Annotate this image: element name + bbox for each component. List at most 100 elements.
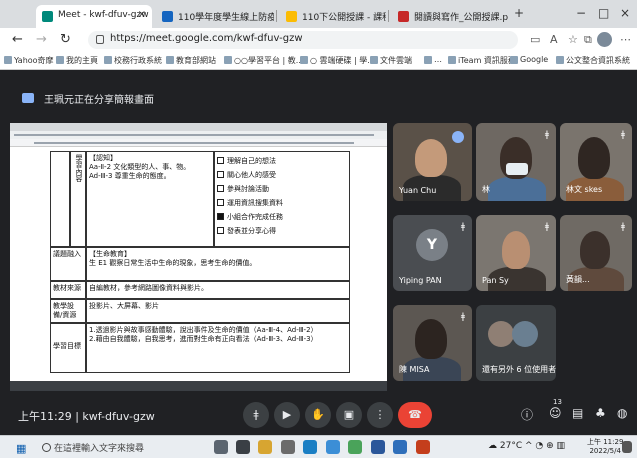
taskbar-search-box[interactable]: 在這裡輸入文字來搜尋: [40, 439, 200, 455]
chat-icon[interactable]: ▤: [572, 406, 583, 420]
checklist-item: 參與討論活動: [217, 182, 347, 196]
windows-taskbar: ▦ 在這裡輸入文字來搜尋 ☁ 27°C ^ ◔ ⊕ ▥ 上午 11:29 202…: [0, 435, 637, 458]
tab-course-data[interactable]: 110下公開授課 - 課程資料 - Goo: [280, 5, 386, 28]
microphone-button[interactable]: ǂ: [243, 402, 269, 428]
app-icon[interactable]: [281, 440, 295, 454]
new-tab-button[interactable]: +: [514, 6, 524, 20]
camera-indicator-icon[interactable]: ▭: [530, 33, 540, 46]
windows-start-icon[interactable]: ▦: [16, 442, 26, 455]
favorite-star-icon[interactable]: ☆: [568, 33, 578, 46]
system-tray[interactable]: ☁ 27°C ^ ◔ ⊕ ▥: [488, 441, 565, 451]
bookmark-item[interactable]: Google: [510, 55, 548, 64]
participant-tile[interactable]: ǂ 林: [476, 123, 556, 201]
participant-name: 還有另外 6 位使用者: [482, 365, 556, 374]
meeting-info-icon[interactable]: ⓘ: [521, 406, 533, 423]
participant-video: [502, 231, 530, 269]
checkbox-checked-icon: [217, 213, 224, 220]
activities-icon[interactable]: ♣: [595, 406, 606, 420]
clock-time: 上午 11:29: [587, 438, 624, 446]
task-view-icon[interactable]: [214, 440, 228, 454]
present-button[interactable]: ▣: [336, 402, 362, 428]
forward-button[interactable]: →: [36, 32, 47, 47]
close-window-button[interactable]: ×: [620, 6, 630, 20]
screen: Meet - kwf-dfuv-gzw × 110學年度學生線上防疫學習課程表.…: [0, 0, 637, 458]
shared-screen[interactable]: 學習內容 【認知】 Aa-Ⅱ-2 文化類型的人、事、物。 Ad-Ⅲ-3 尊重生命…: [10, 123, 387, 391]
more-menu-icon[interactable]: ⋯: [620, 33, 631, 46]
meet-favicon-icon: [42, 11, 53, 22]
powerpoint-icon[interactable]: [416, 440, 430, 454]
checklist-item: 理解自己的想法: [217, 154, 347, 168]
app-icon[interactable]: [326, 440, 340, 454]
mic-off-icon: ǂ: [544, 222, 549, 232]
tab-label: 閱讀與寫作_公開授課.pdf: [414, 13, 508, 23]
raise-hand-button[interactable]: ✋: [305, 402, 331, 428]
equipment-cell: 投影片、大屏幕、影片: [86, 299, 350, 323]
tab-meet[interactable]: Meet - kwf-dfuv-gzw ×: [36, 5, 152, 28]
notification-icon[interactable]: [622, 441, 632, 453]
participant-tile[interactable]: Yuan Chu: [393, 123, 472, 201]
close-tab-icon[interactable]: ×: [138, 9, 146, 20]
row-label-left: [50, 151, 70, 247]
material-cell: 自編教材，參考網路圖像資料與影片。: [86, 281, 350, 299]
more-participants-tile[interactable]: 還有另外 6 位使用者: [476, 305, 556, 381]
tab-divider: [388, 10, 389, 22]
participant-tile[interactable]: ǂ 陳 MISA: [393, 305, 472, 381]
shared-bookmarks-strip: [14, 134, 374, 136]
checkbox-icon: [217, 171, 224, 178]
address-bar[interactable]: https://meet.google.com/kwf-dfuv-gzw: [88, 31, 518, 49]
collections-icon[interactable]: ⧉: [584, 33, 592, 47]
lock-icon: [96, 35, 104, 44]
shared-browser-tabs: [10, 123, 387, 131]
tab-course-schedule[interactable]: 110學年度學生線上防疫學習課程表...: [156, 5, 274, 28]
tab-pdf[interactable]: 閱讀與寫作_公開授課.pdf: [392, 5, 508, 28]
face-mask: [506, 163, 528, 175]
checkbox-icon: [217, 227, 224, 234]
bookmark-item[interactable]: iTeam 資訊服務: [448, 55, 516, 66]
more-options-button[interactable]: ⋮: [367, 402, 393, 428]
participant-video: [488, 177, 546, 201]
objectives-label: 學習目標: [50, 323, 86, 373]
meet-window: 王珮元正在分享簡報畫面 學習內容 【認知】 Aa-Ⅱ-2 文化類型的人、事、物。…: [0, 70, 637, 435]
shared-doc-toolbar: [10, 139, 387, 147]
leave-call-button[interactable]: ☎: [398, 402, 432, 428]
bookmark-item[interactable]: 我的主頁: [56, 55, 98, 66]
present-screen-icon: [22, 93, 34, 103]
bookmark-item[interactable]: Yahoo奇摩: [4, 55, 54, 66]
profile-avatar[interactable]: [597, 32, 612, 47]
app-icon[interactable]: [393, 440, 407, 454]
bookmark-item[interactable]: 文件雲端: [370, 55, 412, 66]
bookmark-item[interactable]: ○○學習平台 | 教...: [224, 55, 303, 66]
word-icon[interactable]: [371, 440, 385, 454]
edge-browser-icon[interactable]: [303, 440, 317, 454]
reload-button[interactable]: ↻: [60, 32, 71, 47]
read-aloud-icon[interactable]: A: [550, 33, 558, 46]
bookmark-item[interactable]: ○ 雲端硬碟 | 學...: [300, 55, 375, 66]
bookmark-item[interactable]: 公文整合資訊系統: [556, 55, 630, 66]
host-controls-icon[interactable]: ◍: [617, 406, 627, 420]
participant-name: 林: [482, 185, 490, 194]
checklist-label: 理解自己的想法: [227, 157, 276, 165]
file-explorer-icon[interactable]: [258, 440, 272, 454]
tab-divider: [276, 10, 277, 22]
people-icon[interactable]: ☺: [549, 406, 562, 420]
camera-button[interactable]: ▶: [274, 402, 300, 428]
back-button[interactable]: ←: [12, 32, 23, 47]
participant-tile[interactable]: Y ǂ Yiping PAN: [393, 215, 472, 291]
app-icon[interactable]: [236, 440, 250, 454]
chrome-icon[interactable]: [348, 440, 362, 454]
minimize-button[interactable]: −: [576, 6, 586, 20]
participant-tile[interactable]: ǂ Pan Sy: [476, 215, 556, 291]
maximize-button[interactable]: □: [598, 6, 609, 20]
bookmarks-bar: Yahoo奇摩 我的主頁 校務行政系統 教育部網站 ○○學習平台 | 教... …: [0, 52, 637, 70]
bookmark-item[interactable]: 教育部網站: [166, 55, 216, 66]
learning-content-label: 學習內容: [70, 151, 86, 247]
speaking-indicator-icon: [452, 131, 464, 143]
participant-tile[interactable]: ǂ 林文 skes: [560, 123, 632, 201]
participant-tile[interactable]: ǂ 黃韻...: [560, 215, 632, 291]
participant-name: Yiping PAN: [399, 276, 442, 285]
objectives-cell: 1.透過影片與故事感動體驗，說出事件及生命的價值（Aa-Ⅲ-4、Ad-Ⅲ-2） …: [86, 323, 350, 373]
taskbar-clock[interactable]: 上午 11:29 2022/5/4: [587, 438, 623, 456]
bookmark-item[interactable]: …: [424, 55, 442, 64]
bookmark-item[interactable]: 校務行政系統: [104, 55, 162, 66]
checklist-label: 參與討論活動: [227, 185, 269, 193]
